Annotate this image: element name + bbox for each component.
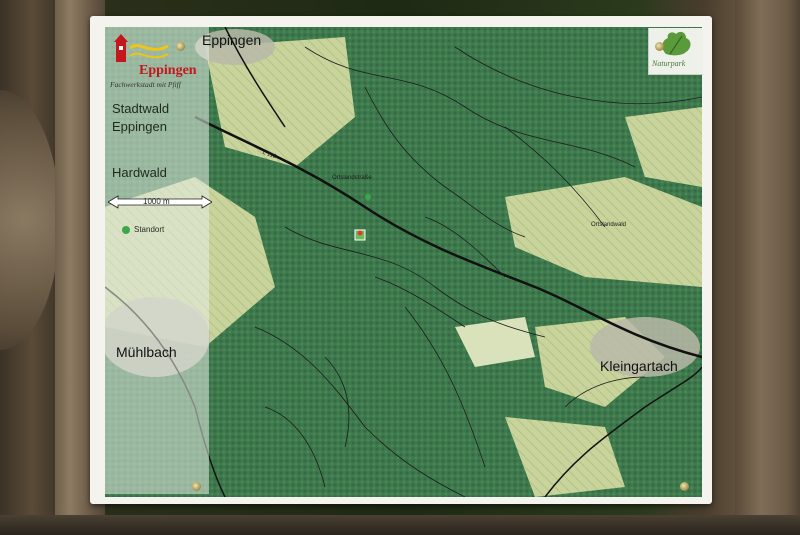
screw-icon (176, 42, 185, 51)
wooden-round-beam (0, 90, 60, 350)
legend-standort-label: Standort (134, 225, 165, 234)
logo-name: Eppingen (139, 63, 197, 78)
logo-subtitle: Fachwerkstadt mit Pfiff (110, 80, 181, 89)
standort-dot (365, 194, 371, 200)
place-label: Ortslandstraße (332, 175, 372, 181)
town-label-top: Eppingen (202, 32, 262, 48)
standort-pin (357, 230, 363, 236)
area-label: Hardwald (112, 165, 167, 180)
town-label-left: Mühlbach (116, 344, 177, 360)
wooden-post-right (735, 0, 800, 535)
naturpark-label: Naturpark (652, 59, 686, 68)
wooden-rail-bottom (0, 515, 800, 535)
title-line1: Stadtwald (112, 101, 170, 116)
sidebar-panel (105, 27, 209, 494)
place-label: Ortslandwald (591, 222, 627, 228)
screw-icon (655, 42, 664, 51)
legend-standort-icon (122, 226, 130, 234)
town-label-right: Kleingartach (600, 358, 678, 374)
screw-icon (680, 482, 689, 491)
photo-scene: Eppingen Fachwerkstadt mit Pfiff Stadtwa… (0, 0, 800, 535)
screw-icon (192, 482, 201, 491)
title-line2: Eppingen (112, 119, 167, 134)
eppingen-logo-icon (114, 34, 169, 62)
scale-label: 1000 m (143, 197, 170, 206)
